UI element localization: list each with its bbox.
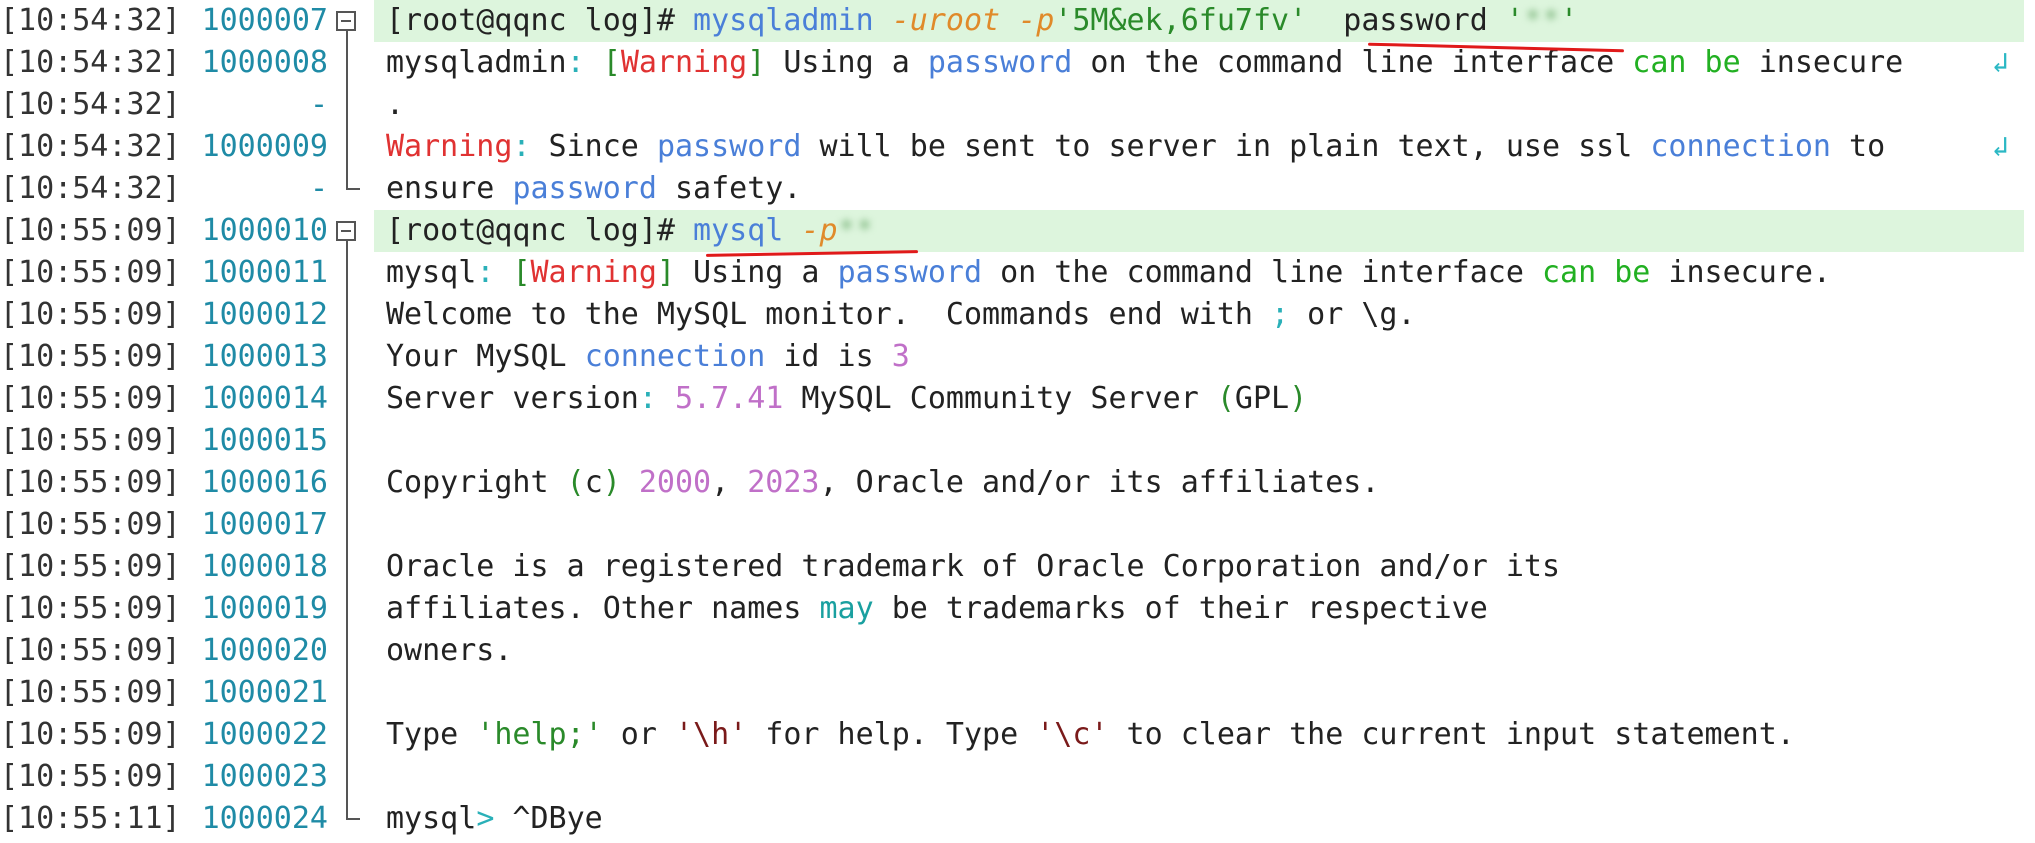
timestamp: [10:55:09]: [0, 465, 181, 500]
output-line: ensure password safety.: [386, 171, 802, 206]
output-line: .: [386, 87, 405, 122]
timestamp: [10:55:09]: [0, 675, 181, 710]
terminal-line: [10:55:09] 1000014 Server version: 5.7.4…: [0, 378, 2035, 420]
blurred-text: **: [837, 213, 874, 248]
output-line: mysql> ^DBye: [386, 801, 603, 836]
terminal-line: [10:55:09] 1000022 Type 'help;' or '\h' …: [0, 714, 2035, 756]
fold-guide-end: [346, 188, 360, 190]
line-number: 1000009: [201, 129, 328, 164]
line-number: -: [309, 171, 328, 206]
timestamp: [10:55:09]: [0, 213, 181, 248]
terminal-line: [10:55:09] 1000019 affiliates. Other nam…: [0, 588, 2035, 630]
timestamp: [10:55:09]: [0, 591, 181, 626]
line-number: 1000010: [201, 213, 328, 248]
line-number: 1000013: [201, 339, 328, 374]
line-number: 1000024: [201, 801, 328, 836]
line-number: 1000021: [201, 675, 328, 710]
terminal-line: [10:54:32] - .: [0, 84, 2035, 126]
collapse-icon[interactable]: [336, 221, 356, 241]
terminal-line: [10:54:32] - ensure password safety.: [0, 168, 2035, 210]
terminal-line: [10:55:09] 1000023: [0, 756, 2035, 798]
command-line[interactable]: [root@qqnc log]# mysql -p**: [386, 210, 874, 252]
output-line: Your MySQL connection id is 3: [386, 339, 910, 374]
command-line[interactable]: [root@qqnc log]# mysqladmin -uroot -p'5M…: [386, 0, 1578, 42]
line-number: 1000014: [201, 381, 328, 416]
output-line: mysqladmin: [Warning] Using a password o…: [386, 45, 1904, 80]
output-line: Warning: Since password will be sent to …: [386, 129, 1886, 164]
timestamp: [10:55:09]: [0, 339, 181, 374]
output-line: Welcome to the MySQL monitor. Commands e…: [386, 297, 1416, 332]
terminal-window[interactable]: [10:54:32] 1000007 [root@qqnc log]# mysq…: [0, 0, 2035, 843]
terminal-line: [10:55:09] 1000017: [0, 504, 2035, 546]
output-line: Type 'help;' or '\h' for help. Type '\c'…: [386, 717, 1795, 752]
timestamp: [10:54:32]: [0, 3, 181, 38]
timestamp: [10:55:09]: [0, 423, 181, 458]
terminal-line: [10:55:09] 1000015: [0, 420, 2035, 462]
collapse-icon[interactable]: [336, 11, 356, 31]
output-line: Oracle is a registered trademark of Orac…: [386, 549, 1560, 584]
timestamp: [10:55:09]: [0, 717, 181, 752]
line-number: 1000022: [201, 717, 328, 752]
timestamp: [10:55:09]: [0, 255, 181, 290]
timestamp: [10:55:09]: [0, 381, 181, 416]
terminal-line: [10:55:09] 1000020 owners.: [0, 630, 2035, 672]
line-number: 1000007: [201, 3, 328, 38]
line-number: 1000015: [201, 423, 328, 458]
timestamp: [10:54:32]: [0, 171, 181, 206]
line-number: 1000020: [201, 633, 328, 668]
timestamp: [10:54:32]: [0, 45, 181, 80]
terminal-line: [10:55:09] 1000013 Your MySQL connection…: [0, 336, 2035, 378]
line-number: 1000008: [201, 45, 328, 80]
fold-guide-line: [346, 31, 348, 189]
terminal-line: [10:55:09] 1000016 Copyright (c) 2000, 2…: [0, 462, 2035, 504]
terminal-line: [10:55:09] 1000018 Oracle is a registere…: [0, 546, 2035, 588]
terminal-line: [10:54:32] 1000008 mysqladmin: [Warning]…: [0, 42, 2035, 84]
terminal-line: [10:55:09] 1000011 mysql: [Warning] Usin…: [0, 252, 2035, 294]
timestamp: [10:55:09]: [0, 633, 181, 668]
terminal-line: [10:54:32] 1000009 Warning: Since passwo…: [0, 126, 2035, 168]
line-wrap-icon: ↲: [1992, 46, 2009, 79]
line-number: 1000023: [201, 759, 328, 794]
output-line: affiliates. Other names may be trademark…: [386, 591, 1488, 626]
terminal-line: [10:55:11] 1000024 mysql> ^DBye: [0, 798, 2035, 840]
line-number: 1000017: [201, 507, 328, 542]
timestamp: [10:54:32]: [0, 129, 181, 164]
line-number: 1000019: [201, 591, 328, 626]
line-number: 1000012: [201, 297, 328, 332]
timestamp: [10:55:09]: [0, 549, 181, 584]
timestamp: [10:55:09]: [0, 507, 181, 542]
output-line: Copyright (c) 2000, 2023, Oracle and/or …: [386, 465, 1380, 500]
timestamp: [10:55:11]: [0, 801, 181, 836]
timestamp: [10:55:09]: [0, 297, 181, 332]
output-line: owners.: [386, 633, 513, 668]
line-wrap-icon: ↲: [1992, 130, 2009, 163]
fold-guide-end: [346, 818, 360, 820]
terminal-line: [10:55:09] 1000021: [0, 672, 2035, 714]
timestamp: [10:54:32]: [0, 87, 181, 122]
line-number: 1000011: [201, 255, 328, 290]
terminal-line: [10:55:09] 1000010 [root@qqnc log]# mysq…: [0, 210, 2035, 252]
fold-guide-line: [346, 241, 348, 819]
timestamp: [10:55:09]: [0, 759, 181, 794]
blurred-text: **: [1523, 3, 1561, 38]
line-number: -: [309, 87, 328, 122]
line-number: 1000018: [201, 549, 328, 584]
output-line: mysql: [Warning] Using a password on the…: [386, 255, 1831, 290]
line-number: 1000016: [201, 465, 328, 500]
terminal-line: [10:54:32] 1000007 [root@qqnc log]# mysq…: [0, 0, 2035, 42]
terminal-line: [10:55:09] 1000012 Welcome to the MySQL …: [0, 294, 2035, 336]
output-line: Server version: 5.7.41 MySQL Community S…: [386, 381, 1308, 416]
